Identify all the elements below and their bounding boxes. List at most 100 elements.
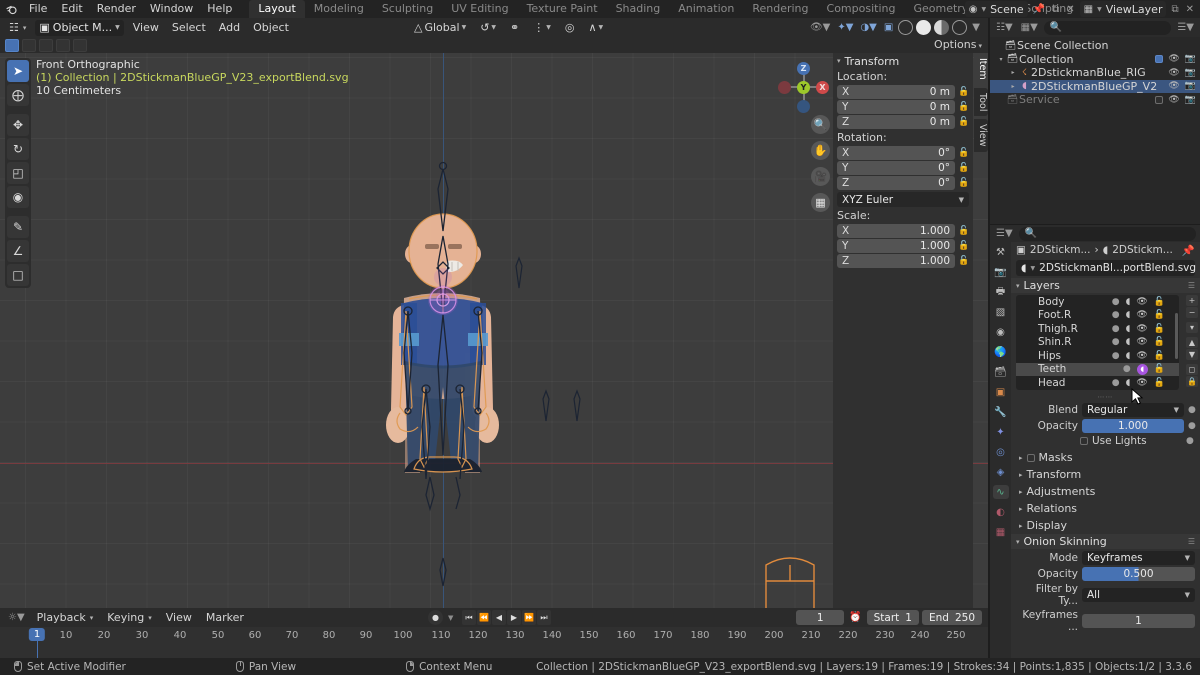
add-cube-tool[interactable]: □: [7, 264, 29, 286]
lock-icon[interactable]: 🔓: [958, 102, 969, 112]
x-icon[interactable]: ✕: [1064, 4, 1076, 15]
lock-icon[interactable]: 🔓: [958, 87, 969, 97]
transform-tool[interactable]: ◉: [7, 186, 29, 208]
datablock-selector[interactable]: ◖ ▼ 2DStickmanBl...portBlend.svg 🛡: [1016, 260, 1196, 276]
mask-dot-icon[interactable]: ●: [1112, 310, 1120, 320]
new-copy-icon[interactable]: ⧉: [1169, 4, 1180, 15]
jump-to-prev-keyframe-icon[interactable]: ⏪: [477, 610, 491, 625]
lock-icon[interactable]: 🔓: [1154, 364, 1165, 374]
shading-rendered-icon[interactable]: [952, 20, 968, 35]
lock-icon[interactable]: 🔓: [1154, 378, 1165, 388]
properties-search-input[interactable]: 🔍: [1018, 226, 1196, 241]
scale-tool[interactable]: ◰: [7, 162, 29, 184]
layer-row-body[interactable]: Body ● ◖ 👁 🔓: [1016, 295, 1179, 309]
layer-row-thigh-r[interactable]: Thigh.R ● ◖ 👁 🔓: [1016, 322, 1179, 336]
viewport-menu-add[interactable]: Add: [215, 20, 244, 36]
mask-dot-icon[interactable]: ●: [1112, 297, 1120, 307]
xray-icon[interactable]: ▣: [882, 22, 895, 33]
view-layer-tab[interactable]: ▧: [993, 305, 1009, 319]
scale-x-field[interactable]: X 1.000: [837, 224, 955, 238]
layer-row-shin-r[interactable]: Shin.R ● ◖ 👁 🔓: [1016, 336, 1179, 350]
isolate-layer-button[interactable]: ◻: [1186, 364, 1198, 375]
remove-layer-button[interactable]: −: [1186, 307, 1198, 318]
end-frame-field[interactable]: End 250: [921, 610, 982, 625]
gizmo-icon[interactable]: ✦▼: [835, 22, 855, 33]
texture-tab[interactable]: ▦: [993, 525, 1009, 539]
subpanel-transform[interactable]: ▸ Transform: [1011, 466, 1200, 483]
layer-list[interactable]: Body ● ◖ 👁 🔓 Foot.R ● ◖ 👁 🔓 Thigh.R ● ◖ …: [1016, 295, 1179, 390]
visibility-icon[interactable]: 👁▼: [808, 22, 832, 33]
move-layer-up-button[interactable]: ▲: [1186, 337, 1198, 348]
current-frame-field[interactable]: 1: [796, 610, 845, 625]
cursor-tool[interactable]: ⨁: [7, 84, 29, 106]
rotation-y-field[interactable]: Y 0°: [837, 161, 955, 175]
subtract-select-mode[interactable]: [39, 38, 53, 52]
use-preview-range-icon[interactable]: ⏰: [847, 612, 863, 623]
use-lights-checkbox[interactable]: [1080, 437, 1088, 445]
3d-viewport[interactable]: Front Orthographic (1) Collection | 2DSt…: [0, 53, 988, 608]
magnet-icon[interactable]: ⚭: [506, 20, 523, 36]
mask-dot-icon[interactable]: ●: [1112, 378, 1120, 388]
gizmo-axis-y[interactable]: Y: [797, 81, 810, 94]
workspace-tab-shading[interactable]: Shading: [607, 0, 670, 18]
lock-icon[interactable]: 🔓: [1154, 324, 1165, 334]
layer-row-head[interactable]: Head ● ◖ 👁 🔓: [1016, 376, 1179, 390]
pivot-icon[interactable]: ↺ ▼: [476, 20, 500, 36]
camera-icon[interactable]: 📷: [1185, 95, 1196, 105]
outliner-row-scene-collection[interactable]: 🗃 Scene Collection: [990, 39, 1200, 53]
eye-icon[interactable]: 👁: [1136, 310, 1147, 320]
expand-icon[interactable]: ▸: [1008, 69, 1018, 76]
play-icon[interactable]: ▶: [507, 610, 521, 625]
tab-tool[interactable]: Tool: [974, 87, 988, 117]
filter-icon[interactable]: ☰▼: [1175, 22, 1196, 33]
gizmo-axis-x[interactable]: X: [816, 81, 829, 94]
set-select-mode[interactable]: [5, 38, 19, 52]
jump-to-next-keyframe-icon[interactable]: ⏩: [522, 610, 536, 625]
object-mode-selector[interactable]: ▣ Object M... ▼: [35, 19, 124, 36]
onion-skinning-icon[interactable]: ◖: [1126, 378, 1131, 388]
onion-skinning-icon[interactable]: ◖: [1126, 310, 1131, 320]
eye-icon[interactable]: 👁: [1136, 324, 1147, 334]
gizmo-axis-z[interactable]: Z: [797, 62, 810, 75]
lock-icon[interactable]: 🔓: [1154, 297, 1165, 307]
shading-dropdown-icon[interactable]: ▼: [970, 22, 982, 33]
add-layer-button[interactable]: +: [1186, 295, 1198, 306]
lock-icon[interactable]: 🔓: [958, 226, 969, 236]
outliner-row-rig[interactable]: ▸ ☇ 2DstickmanBlue_RIG 👁 📷: [990, 66, 1200, 80]
jump-to-end-icon[interactable]: ⏭: [537, 610, 551, 625]
outliner-search-input[interactable]: 🔍: [1043, 20, 1172, 35]
eye-icon[interactable]: 👁: [1136, 351, 1147, 361]
tweak-select-tool[interactable]: ➤: [7, 60, 29, 82]
move-tool[interactable]: ✥: [7, 114, 29, 136]
shading-solid-icon[interactable]: [916, 20, 932, 35]
workspace-tab-layout[interactable]: Layout: [249, 0, 305, 18]
onion-filter-dropdown[interactable]: All ▼: [1082, 588, 1195, 602]
onion-skinning-icon[interactable]: ◖: [1136, 363, 1148, 375]
layers-panel-header[interactable]: ▾ Layers ☰: [1011, 278, 1200, 293]
pan-hand-icon[interactable]: ✋: [811, 141, 830, 160]
lock-icon[interactable]: 🔓: [958, 148, 969, 158]
layer-list-scrollbar[interactable]: [1175, 313, 1178, 359]
transform-panel-header[interactable]: ▾ Transform: [833, 53, 973, 69]
rotation-x-field[interactable]: X 0°: [837, 146, 955, 160]
shading-material-icon[interactable]: [934, 20, 950, 35]
timeline-menu-view[interactable]: View: [162, 610, 196, 626]
breadcrumb-data[interactable]: 2DStickm...: [1112, 244, 1173, 256]
breadcrumb-object[interactable]: 2DStickm...: [1030, 244, 1091, 256]
workspace-tab-uv-editing[interactable]: UV Editing: [442, 0, 517, 18]
mask-dot-icon[interactable]: ●: [1123, 364, 1131, 374]
timeline-menu-playback[interactable]: Playback: [33, 610, 98, 626]
menu-help[interactable]: Help: [200, 0, 239, 18]
location-z-field[interactable]: Z0 m: [837, 115, 955, 129]
lock-icon[interactable]: 🔓: [1154, 351, 1165, 361]
layer-row-hips[interactable]: Hips ● ◖ 👁 🔓: [1016, 349, 1179, 363]
physics-tab[interactable]: ◈: [993, 465, 1009, 479]
pin-icon[interactable]: 📌: [1182, 244, 1195, 257]
scale-z-field[interactable]: Z 1.000: [837, 254, 955, 268]
layer-row-foot-r[interactable]: Foot.R ● ◖ 👁 🔓: [1016, 309, 1179, 323]
outliner-row-collection[interactable]: ▾ 🗃 Collection 👁 📷: [990, 53, 1200, 67]
lock-icon[interactable]: 🔓: [1154, 337, 1165, 347]
outliner-row-gp-object[interactable]: ▸ ◖ 2DStickmanBlueGP_V2 👁 📷: [990, 79, 1200, 93]
render-tab[interactable]: 📷: [993, 265, 1009, 279]
viewlayer-selector[interactable]: ▦ ▼ ViewLayer: [1079, 1, 1167, 17]
